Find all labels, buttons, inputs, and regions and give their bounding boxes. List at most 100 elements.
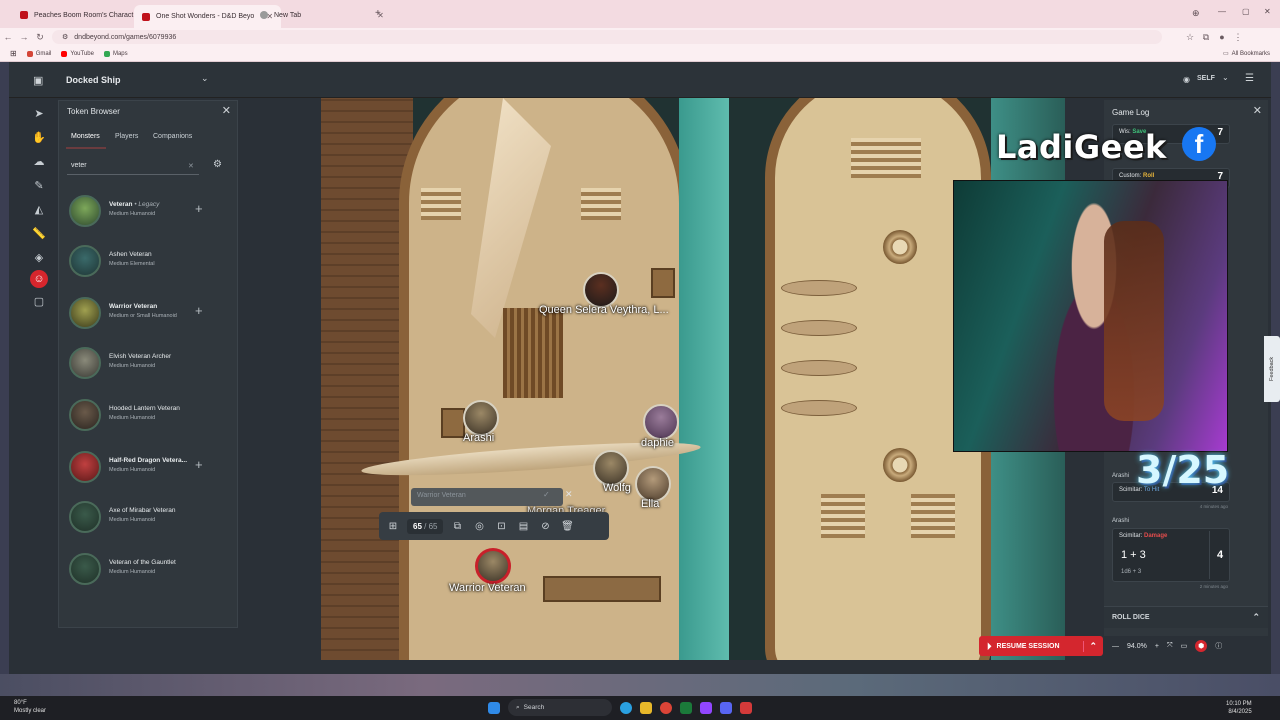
token-browser-icon[interactable]: ☺ [30,270,48,288]
list-item[interactable]: Veteran • Legacy Medium Humanoid + [59,187,237,235]
display-icon[interactable]: ▭ [1181,642,1188,650]
check-icon[interactable]: ✓ [543,490,550,499]
profile-icon[interactable]: ● [1214,32,1230,42]
view-mode-select[interactable]: SELF [1197,75,1215,82]
token-arashi[interactable] [463,400,499,436]
forward-icon[interactable]: → [16,32,32,42]
dice-icon[interactable]: ⬢ [1195,640,1208,652]
close-icon[interactable]: ✕ [222,104,231,117]
add-token-icon[interactable]: + [195,303,203,318]
maximize-icon[interactable]: ▢ [1242,7,1250,16]
list-item[interactable]: Veteran of the Gauntlet Medium Humanoid [59,545,237,593]
delete-trash-icon[interactable]: 🗑 [559,521,575,532]
chevron-down-icon[interactable]: ⌄ [201,73,209,84]
clear-icon[interactable]: ✕ [188,162,194,170]
token-warrior-veteran-selected[interactable] [475,548,511,584]
shapes-icon[interactable]: ◭ [28,198,50,220]
token-wolfgang[interactable] [593,450,629,486]
all-bookmarks[interactable]: ▭ All Bookmarks [1223,50,1270,58]
tab-monsters[interactable]: Monsters [71,133,100,140]
visibility-eye-icon[interactable]: ◎ [471,521,487,532]
monster-name: Elvish Veteran Archer [109,353,172,360]
add-to-initiative-icon[interactable]: ⊞ [385,521,401,532]
token-name-input[interactable]: Warrior Veteran [411,488,563,506]
list-item[interactable]: Ashen Veteran Medium Elemental [59,237,237,285]
back-icon[interactable]: ← [0,32,16,42]
zoom-out-icon[interactable]: — [1112,643,1119,650]
filter-sliders-icon[interactable]: ⚙ [213,159,222,170]
add-token-icon[interactable]: + [195,457,203,472]
chevron-down-icon[interactable]: ⌄ [1222,73,1229,82]
ping-target-icon[interactable]: ◈ [28,246,50,268]
draw-pen-icon[interactable]: ✎ [28,174,50,196]
streaming-app-icon[interactable] [740,701,752,714]
tab-players[interactable]: Players [115,133,138,140]
bookmarks-bar: ⊞ Gmail YouTube Maps ▭ All Bookmarks [0,46,1280,62]
excel-icon[interactable] [680,701,692,714]
search-placeholder: Search [523,704,545,711]
fit-screen-icon[interactable]: ⤧ [1167,642,1173,650]
eye-icon[interactable]: ◉ [1183,75,1190,84]
list-item[interactable]: Warrior Veteran Medium or Small Humanoid… [59,289,237,337]
minimize-icon[interactable]: — [1218,7,1226,16]
stat-block-icon[interactable]: ▤ [515,521,531,532]
add-token-icon[interactable]: + [195,201,203,216]
conditions-icon[interactable]: ⧉ [449,521,465,532]
select-pointer-icon[interactable]: ➤ [28,102,50,124]
tab-search-icon[interactable]: ⊕ [1192,8,1200,19]
menu-dots-icon[interactable]: ⋮ [1230,32,1246,43]
token-daphie[interactable] [643,404,679,440]
tab-title: One Shot Wonders - D&D Beyo [156,13,255,20]
resume-session-button[interactable]: ⏵ RESUME SESSION ⌃ [979,636,1103,656]
tab-companions[interactable]: Companions [153,133,192,140]
zoom-in-icon[interactable]: + [1155,643,1159,650]
hp-field[interactable]: 65 / 65 [407,518,444,534]
list-item[interactable]: Axe of Mirabar Veteran Medium Humanoid [59,493,237,541]
file-explorer-icon[interactable] [640,701,652,714]
list-item[interactable]: Hooded Lantern Veteran Medium Humanoid [59,391,237,439]
feedback-tab[interactable]: Feedback [1264,336,1280,402]
edge-icon[interactable] [620,701,632,714]
list-item[interactable]: Elvish Veteran Archer Medium Humanoid [59,339,237,387]
notes-icon[interactable]: ▢ [28,290,50,312]
close-icon[interactable]: ✕ [1253,104,1262,117]
sidebar-toggle-icon[interactable]: ▣ [33,74,43,87]
fog-cloud-icon[interactable]: ☁ [28,150,50,172]
site-info-icon[interactable]: ⚙ [62,33,68,41]
reload-icon[interactable]: ↻ [32,32,48,43]
unlock-icon[interactable]: ⊡ [493,521,509,532]
roller-name: Arashi [1112,473,1130,479]
ruler-icon[interactable]: 📏 [28,222,50,244]
bookmark-gmail[interactable]: Gmail [26,50,51,57]
twitch-icon[interactable] [700,701,712,714]
chrome-icon[interactable] [660,701,672,714]
token-queen-selera[interactable] [583,272,619,308]
info-icon[interactable]: ⓘ [1215,641,1222,651]
monster-name: Veteran of the Gauntlet [109,559,176,566]
chevron-up-icon[interactable]: ⌃ [1252,612,1260,623]
extensions-icon[interactable]: ⧉ [1198,32,1214,43]
windows-start-icon[interactable] [488,701,500,714]
bookmark-star-icon[interactable]: ☆ [1182,32,1198,43]
close-icon[interactable]: ✕ [565,489,573,500]
hide-icon[interactable]: ⊘ [537,521,553,532]
token-ella[interactable] [635,466,671,502]
roll-dice-bar[interactable]: ROLL DICE ⌃ [1104,606,1268,628]
apps-icon[interactable]: ⊞ [10,49,17,58]
hand-pan-icon[interactable]: ✋ [28,126,50,148]
new-tab-icon[interactable]: + [375,8,381,19]
window-close-icon[interactable]: ✕ [1264,7,1271,16]
weather-widget[interactable]: 80°F Mostly clear [14,699,46,715]
system-clock[interactable]: 10:10 PM 8/4/2025 [1226,700,1252,716]
bookmark-maps[interactable]: Maps [103,50,128,57]
bookmark-youtube[interactable]: YouTube [61,50,94,57]
url-field[interactable]: ⚙ dndbeyond.com/games/6079936 [52,30,1162,44]
scene-name[interactable]: Docked Ship [66,75,121,85]
taskbar-search[interactable]: ⌕ Search [508,699,612,716]
list-item[interactable]: Half-Red Dragon Vetera... Medium Humanoi… [59,443,237,491]
chevron-up-icon[interactable]: ⌃ [1083,640,1097,652]
menu-icon[interactable]: ☰ [1245,73,1254,84]
browser-tab[interactable]: New Tab ✕ [252,6,392,24]
monster-search-input[interactable]: veter [67,159,199,175]
discord-icon[interactable] [720,701,732,714]
